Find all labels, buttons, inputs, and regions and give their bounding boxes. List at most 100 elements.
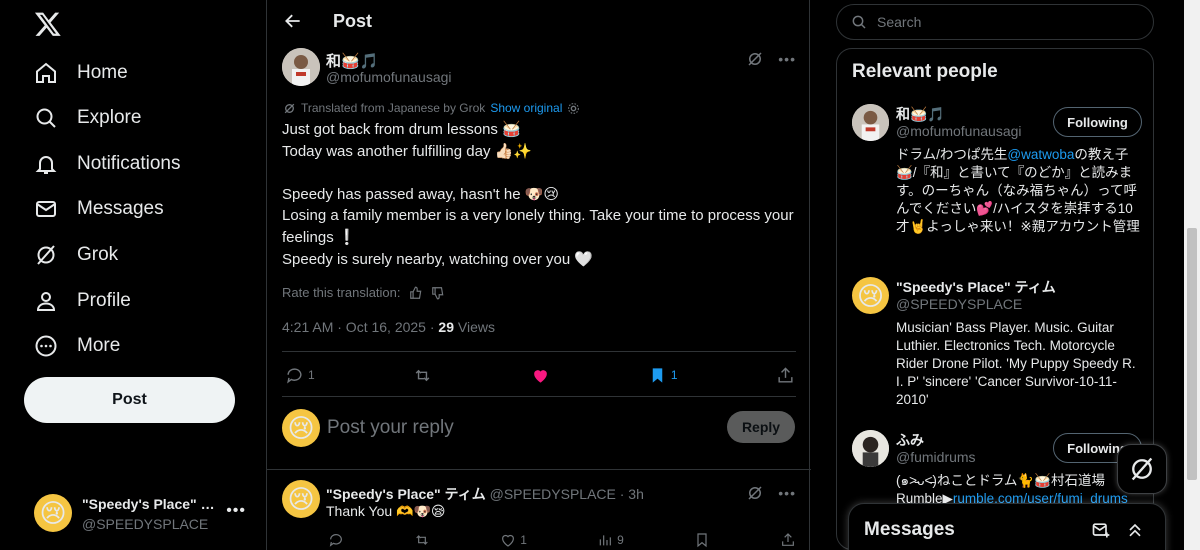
grok-floating-button[interactable]: [1117, 444, 1167, 494]
reply-action[interactable]: 1: [285, 366, 315, 385]
person-card[interactable]: 和🥁🎵 @mofumofunausagi Following ドラム/わつぱ先生…: [852, 104, 1142, 264]
reply-author-name[interactable]: "Speedy's Place" ティム: [326, 486, 486, 502]
reply-author: "Speedy's Place" ティム @SPEEDYSPLACE · 3h: [326, 484, 644, 504]
thumbs-down-icon[interactable]: [431, 286, 445, 300]
person-card[interactable]: 😢 "Speedy's Place" ティム @SPEEDYSPLACE Mus…: [852, 277, 1142, 417]
main-column: Post 和🥁🎵 @mofumofunausagi ••• Translated…: [266, 0, 811, 550]
avatar[interactable]: 😢: [282, 480, 320, 518]
scrollbar-thumb[interactable]: [1187, 228, 1197, 480]
search-icon: [36, 108, 56, 128]
avatar[interactable]: 😢: [852, 277, 889, 314]
back-arrow-icon[interactable]: [283, 11, 303, 31]
nav-messages-label: Messages: [77, 198, 164, 219]
views-action[interactable]: 9: [597, 532, 624, 548]
nav-explore[interactable]: Explore: [34, 103, 141, 133]
more-dots-icon[interactable]: •••: [226, 502, 246, 520]
scrollbar[interactable]: [1184, 0, 1200, 550]
bio-mention-link[interactable]: @watwoba: [1007, 147, 1074, 162]
bookmark-icon: [697, 533, 707, 548]
bookmark-action[interactable]: [694, 532, 710, 548]
post-line: Speedy has passed away, hasn't he 🐶😢: [282, 185, 560, 203]
grok-icon: [37, 245, 55, 265]
following-button[interactable]: Following: [1053, 107, 1142, 137]
home-icon: [36, 62, 56, 83]
thumbs-up-icon[interactable]: [409, 286, 423, 300]
search-input[interactable]: Search: [836, 4, 1154, 40]
more-dots-icon[interactable]: •••: [778, 51, 796, 67]
search-icon: [852, 15, 866, 29]
chevron-up-double-icon[interactable]: [1125, 520, 1145, 540]
account-handle: @SPEEDYSPLACE: [82, 516, 209, 532]
post-header-bar: Post: [267, 0, 809, 43]
share-action[interactable]: [776, 366, 795, 385]
translation-notice: Translated from Japanese by Grok Show or…: [283, 101, 580, 115]
nav-grok-label: Grok: [77, 244, 119, 265]
nav-notifications[interactable]: Notifications: [34, 149, 181, 179]
repost-action[interactable]: [413, 366, 432, 385]
more-circle-icon: [35, 335, 57, 357]
avatar[interactable]: [852, 104, 889, 141]
repost-action[interactable]: [414, 532, 430, 548]
person-handle: @fumidrums: [896, 449, 976, 465]
heart-icon: [533, 369, 547, 383]
grok-icon[interactable]: [746, 484, 764, 502]
like-action[interactable]: 1: [500, 532, 527, 548]
post-button[interactable]: Post: [24, 377, 235, 423]
author-name[interactable]: 和🥁🎵: [326, 50, 378, 71]
post-meta: 4:21 AM · Oct 16, 2025 · 29 Views: [282, 319, 495, 335]
relevant-people-panel: Relevant people 和🥁🎵 @mofumofunausagi Fol…: [836, 48, 1154, 550]
mail-icon: [36, 201, 56, 217]
nav-home-label: Home: [77, 62, 128, 83]
person-name[interactable]: ふみ: [896, 430, 924, 450]
nav-more[interactable]: More: [34, 331, 120, 361]
reply-input[interactable]: Post your reply: [327, 417, 454, 439]
right-sidebar: Search Relevant people 和🥁🎵 @mofumofunaus…: [836, 0, 1154, 550]
post-line: [282, 162, 797, 184]
post-author: 和🥁🎵 @mofumofunausagi •••: [282, 48, 796, 88]
new-message-icon[interactable]: [1091, 520, 1111, 540]
reply-post[interactable]: 😢 "Speedy's Place" ティム @SPEEDYSPLACE · 3…: [282, 480, 796, 550]
messages-drawer[interactable]: Messages: [848, 503, 1166, 550]
person-name[interactable]: 和🥁🎵: [896, 104, 945, 124]
post-line: Today was another fulfilling day 👍🏻✨: [282, 142, 532, 160]
person-icon: [36, 292, 56, 311]
grok-icon: [1131, 457, 1153, 481]
views-label: Views: [454, 319, 495, 335]
x-logo-icon[interactable]: [34, 10, 62, 38]
share-icon: [782, 533, 794, 546]
bookmark-icon: [652, 367, 663, 383]
author-handle[interactable]: @mofumofunausagi: [326, 69, 452, 85]
views-count: 9: [617, 533, 624, 547]
bookmark-action[interactable]: 1: [648, 366, 678, 385]
search-placeholder: Search: [877, 14, 922, 30]
repost-icon: [416, 535, 428, 545]
nav-profile[interactable]: Profile: [34, 286, 131, 316]
reply-action[interactable]: [328, 532, 344, 548]
post-line: Losing a family member is a very lonely …: [282, 207, 798, 246]
nav-home[interactable]: Home: [34, 58, 128, 88]
share-action[interactable]: [780, 532, 796, 548]
divider: [282, 396, 796, 397]
divider: [282, 351, 796, 352]
reply-button[interactable]: Reply: [727, 411, 795, 443]
grok-icon: [284, 103, 295, 113]
translated-label: Translated from Japanese by Grok: [301, 101, 486, 115]
post-time[interactable]: 4:21 AM · Oct 16, 2025 ·: [282, 319, 438, 335]
avatar[interactable]: [852, 430, 889, 467]
nav-grok[interactable]: Grok: [34, 240, 118, 270]
bookmark-count: 1: [670, 368, 678, 382]
page-title: Post: [333, 11, 373, 31]
like-action[interactable]: [531, 366, 550, 385]
grok-icon[interactable]: [746, 50, 764, 68]
avatar: 😢: [34, 494, 72, 532]
account-switcher[interactable]: 😢 "Speedy's Place" ティム @SPEEDYSPLACE •••: [34, 492, 254, 534]
comment-icon: [329, 534, 342, 547]
author-avatar[interactable]: [282, 48, 320, 86]
nav-messages[interactable]: Messages: [34, 194, 164, 224]
gear-icon[interactable]: [567, 102, 580, 115]
more-dots-icon[interactable]: •••: [778, 485, 796, 501]
show-original-link[interactable]: Show original: [490, 101, 562, 115]
person-name[interactable]: "Speedy's Place" ティム: [896, 277, 1056, 297]
nav-profile-label: Profile: [77, 290, 131, 311]
reply-composer: 😢 Post your reply Reply: [282, 409, 796, 449]
